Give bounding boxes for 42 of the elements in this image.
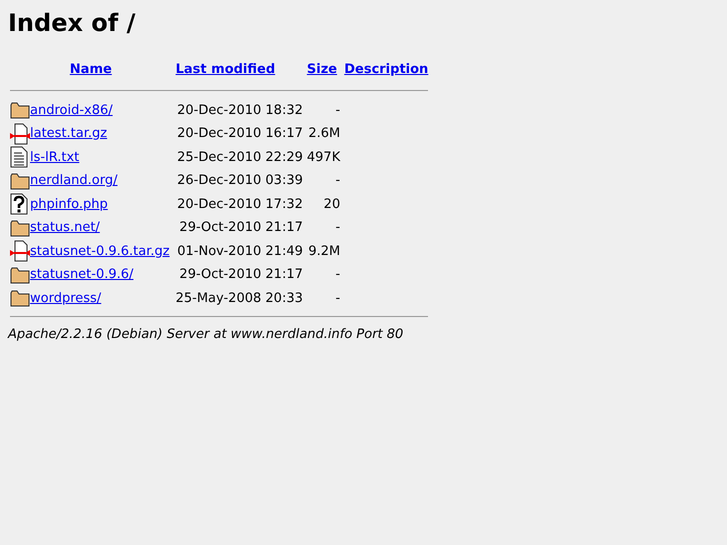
file-size: 2.6M: [308, 126, 340, 141]
folder-icon: [10, 218, 30, 238]
folder-icon: [10, 100, 30, 120]
modified-date: 26-Dec-2010 03:39: [177, 173, 303, 188]
file-link[interactable]: phpinfo.php: [30, 196, 108, 212]
folder-icon: [10, 170, 30, 191]
file-size: 9.2M: [308, 244, 340, 258]
file-link[interactable]: wordpress/: [30, 290, 102, 306]
file-link[interactable]: statusnet-0.9.6.tar.gz: [30, 244, 170, 258]
file-link[interactable]: ls-lR.txt: [30, 150, 80, 164]
modified-date: 20-Dec-2010 16:17: [177, 126, 303, 141]
modified-date: 20-Dec-2010 18:32: [177, 102, 303, 118]
modified-date: 20-Dec-2010 17:32: [177, 196, 303, 212]
column-header-link[interactable]: Description: [344, 62, 428, 77]
folder-icon: [10, 288, 30, 308]
modified-date: 01-Nov-2010 21:49: [177, 244, 303, 258]
text-file-icon: [10, 146, 28, 168]
file-size: -: [336, 267, 340, 282]
file-size: -: [336, 173, 340, 188]
modified-date: 25-May-2008 20:33: [176, 290, 303, 306]
file-link[interactable]: status.net/: [30, 220, 100, 235]
modified-date: 25-Dec-2010 22:29: [177, 150, 303, 164]
column-header-link[interactable]: Size: [306, 62, 338, 77]
question-file-icon: [10, 193, 28, 216]
column-header-link[interactable]: Last modified: [176, 62, 276, 77]
file-link[interactable]: statusnet-0.9.6/: [30, 267, 134, 282]
modified-date: 29-Oct-2010 21:17: [179, 220, 303, 235]
file-size: 20: [324, 196, 340, 212]
modified-date: 29-Oct-2010 21:17: [179, 267, 303, 282]
compressed-file-icon: [10, 122, 30, 145]
file-link[interactable]: nerdland.org/: [30, 173, 118, 188]
page-title: Index of /: [8, 8, 136, 38]
compressed-file-icon: [10, 240, 30, 262]
file-size: -: [336, 220, 340, 235]
file-size: 497K: [306, 150, 340, 164]
file-link[interactable]: android-x86/: [30, 102, 113, 118]
file-link[interactable]: latest.tar.gz: [30, 126, 108, 141]
file-size: -: [336, 290, 340, 306]
folder-icon: [10, 264, 30, 285]
column-header-link[interactable]: Name: [70, 62, 112, 77]
file-size: -: [336, 102, 340, 118]
server-signature: Apache/2.2.16 (Debian) Server at www.nerdland.info Port 80: [8, 326, 404, 344]
